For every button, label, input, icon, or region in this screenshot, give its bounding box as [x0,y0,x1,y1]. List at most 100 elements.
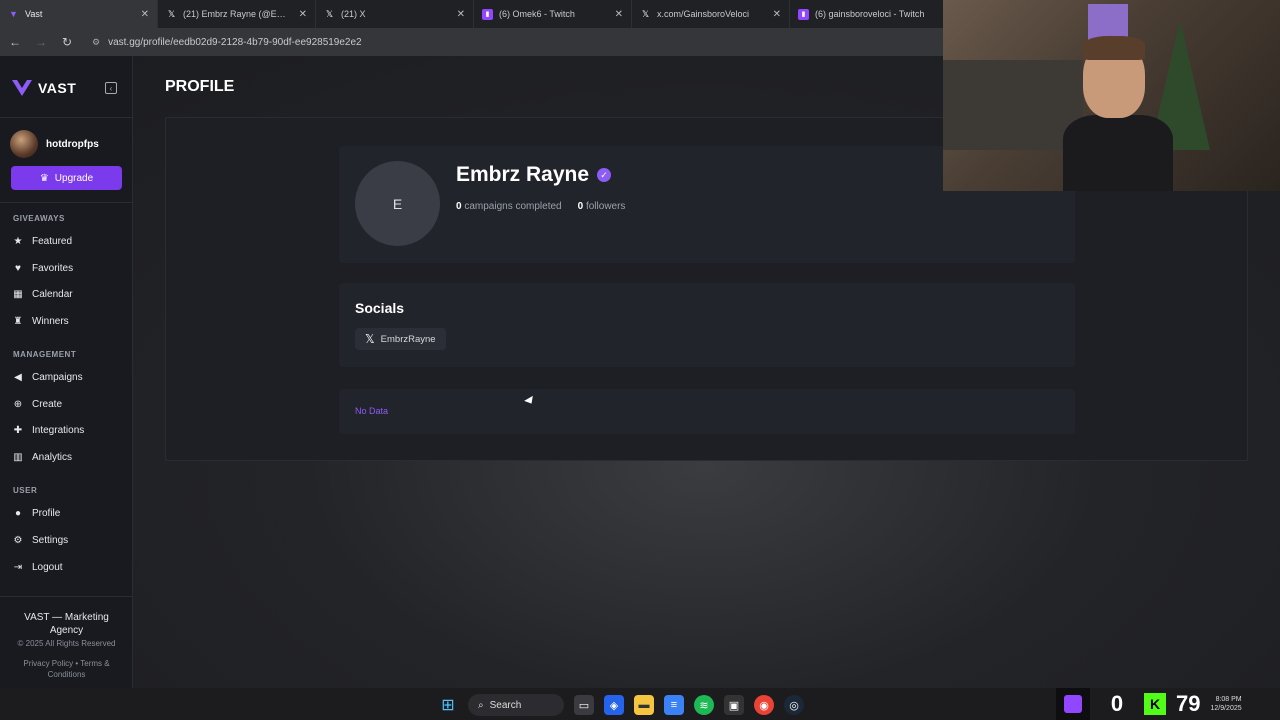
clock-time: 8:08 PM [1215,696,1242,703]
task-view-icon[interactable]: ▭ [574,695,594,715]
empty-state-text: No Data [355,406,389,416]
sidebar-item-label: Favorites [32,262,74,274]
taskbar: ⊞ ⌕ Search ▭ ◈ ▬ ≡ ≋ ▣ ◉ ◎ 0 K 79 8:08 P… [0,688,1280,720]
username: hotdropfps [46,138,99,150]
sidebar-item-settings[interactable]: ⚙ Settings [12,534,69,546]
sidebar-item-analytics[interactable]: ▥ Analytics [12,451,72,463]
sidebar-item-label: Analytics [32,451,73,463]
upgrade-button[interactable]: ♛ Upgrade [11,166,122,190]
hud-icon[interactable]: ▣ [724,695,744,715]
url-field[interactable]: ⚙ vast.gg/profile/eedb02d9-2128-4b79-90d… [92,37,362,48]
browser-tab[interactable]: 𝕏 (21) Embrz Rayne (@EmbrzRayn ✕ [158,0,316,28]
system-tray: 0 K 79 8:08 PM 12/9/2025 [1056,688,1242,720]
sidebar-item-label: Logout [32,561,63,573]
sidebar-item-label: Profile [32,507,61,519]
sidebar-item-campaigns[interactable]: ◀ Campaigns [12,371,82,383]
kick-icon: K [1144,693,1166,715]
browser-tab[interactable]: 𝕏 x.com/GainsboroVeloci ✕ [632,0,790,28]
tab-title: Vast [25,9,43,19]
clock[interactable]: 8:08 PM 12/9/2025 [1210,695,1241,713]
close-icon[interactable]: ✕ [299,9,307,20]
megaphone-icon: ◀ [14,371,22,383]
browser-tab[interactable]: ▮ (6) gainsboroveloci - Twitch [790,0,948,28]
twitch-icon: ▮ [798,8,809,20]
section-label-management: MANAGEMENT [13,350,77,359]
browser-tab[interactable]: ▮ (6) Omek6 - Twitch ✕ [474,0,632,28]
browser-tab[interactable]: 𝕏 (21) X ✕ [316,0,474,28]
footer-rights: © 2025 All Rights Reserved [17,639,116,648]
taskbar-search[interactable]: ⌕ Search [468,694,564,716]
webcam-background [943,60,1083,150]
footer-agency: VAST — Marketing Agency [24,612,109,636]
twitch-icon: ▮ [482,8,493,20]
socials-card: Socials 𝕏 EmbrzRayne [339,283,1075,367]
taskbar-apps: ⊞ ⌕ Search ▭ ◈ ▬ ≡ ≋ ▣ ◉ ◎ [438,694,804,716]
link-separator: • [75,659,79,668]
star-icon: ★ [13,235,23,247]
steam-icon[interactable]: ◎ [784,695,804,715]
followers-count: 0 [577,201,584,212]
collapse-sidebar-icon[interactable]: ‹ [105,82,117,94]
heart-icon: ♥ [15,262,21,274]
close-icon[interactable]: ✕ [457,9,465,20]
profile-stats: 0 campaigns completed 0 followers [456,201,625,212]
profile-name: Embrz Rayne [456,163,590,186]
sidebar-item-favorites[interactable]: ♥ Favorites [12,262,73,274]
x-icon: 𝕏 [167,8,176,19]
x-handle: EmbrzRayne [380,333,436,345]
search-label: Search [489,699,522,711]
profile-avatar: E [355,161,440,246]
brand-logo[interactable]: VAST [12,80,76,96]
sidebar-item-label: Calendar [32,288,73,300]
user-profile[interactable]: hotdropfps [10,130,99,158]
sidebar-item-create[interactable]: ⊕ Create [12,398,62,410]
site-info-icon[interactable]: ⚙ [92,37,100,48]
sidebar-item-integrations[interactable]: ✚ Integrations [12,424,84,436]
section-label-giveaways: GIVEAWAYS [13,214,65,223]
sidebar-item-profile[interactable]: ● Profile [12,507,60,519]
copilot-icon[interactable]: ◈ [604,695,624,715]
x-icon: 𝕏 [641,8,650,19]
sidebar-item-calendar[interactable]: ▦ Calendar [12,288,73,300]
socials-heading: Socials [355,300,405,316]
logout-icon: ⇥ [13,561,23,573]
bar-chart-icon: ▥ [13,451,23,463]
privacy-policy-link[interactable]: Privacy Policy [23,659,73,668]
sidebar-item-label: Winners [32,315,69,327]
tab-title: (6) Omek6 - Twitch [499,9,575,19]
sidebar-item-label: Integrations [32,424,85,436]
browser-tab[interactable]: ▼ Vast ✕ [0,0,158,28]
verified-badge-icon: ✓ [597,168,612,182]
sidebar-item-winners[interactable]: ♜ Winners [12,315,69,327]
brand-name: VAST [38,80,77,96]
url-text: vast.gg/profile/eedb02d9-2128-4b79-90df-… [108,36,362,48]
footer-links: Privacy Policy • Terms & Conditions [0,658,133,680]
sidebar-item-logout[interactable]: ⇥ Logout [12,561,63,573]
divider [0,596,133,597]
spotify-icon[interactable]: ≋ [694,695,714,715]
x-social-link[interactable]: 𝕏 EmbrzRayne [355,328,446,350]
close-icon[interactable]: ✕ [141,9,149,20]
reload-icon[interactable]: ↻ [60,35,74,49]
tab-title: (6) gainsboroveloci - Twitch [815,9,925,19]
tab-title: x.com/GainsboroVeloci [657,9,750,19]
back-arrow-icon[interactable]: ← [8,35,22,49]
vast-logo-icon [12,80,32,96]
forward-arrow-icon[interactable]: → [34,35,48,49]
upgrade-label: Upgrade [54,172,94,184]
chrome-icon[interactable]: ◉ [754,695,774,715]
close-icon[interactable]: ✕ [615,9,623,20]
user-icon: ● [14,507,22,519]
twitch-icon [1056,688,1090,720]
notepad-icon[interactable]: ≡ [664,695,684,715]
profile-name-row: Embrz Rayne ✓ [456,163,612,187]
webcam-overlay [943,0,1280,191]
page-title: PROFILE [165,78,235,95]
sidebar-item-featured[interactable]: ★ Featured [12,235,73,247]
close-icon[interactable]: ✕ [773,9,781,20]
temperature-readout: 79 [1176,691,1201,716]
file-explorer-icon[interactable]: ▬ [634,695,654,715]
stream-counter: 0 [1110,691,1124,716]
windows-start-icon[interactable]: ⊞ [438,695,458,715]
empty-state-card: No Data [339,389,1075,434]
